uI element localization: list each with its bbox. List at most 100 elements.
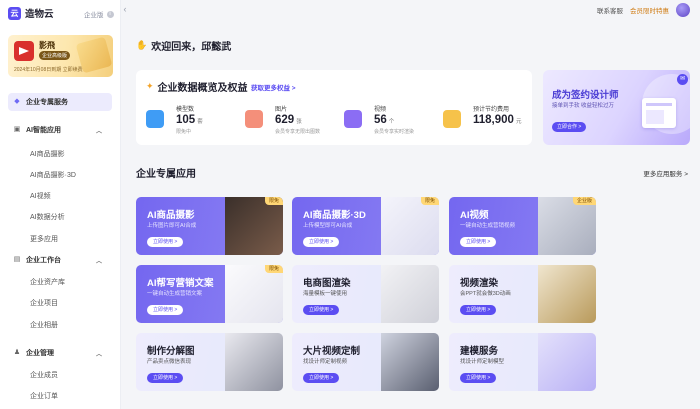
app-card-title: 大片视频定制 [303, 346, 361, 357]
stat-value: 629 张 [275, 114, 302, 126]
chat-icon[interactable]: ✉ [677, 74, 688, 85]
stat-value: 118,900 元 [473, 114, 521, 126]
promo-card-illustration-icon [642, 98, 676, 128]
app-card[interactable]: 视频渲染 会PPT就会做3D动画 立即使用 > [449, 265, 596, 323]
sidebar-item-label: AI数据分析 [30, 214, 65, 221]
manage-icon: ♟ [13, 349, 21, 356]
vip-offer-link[interactable]: 会员限时特惠 [630, 5, 669, 15]
sidebar-item-7[interactable]: ▤ 企业工作台 ︿ [8, 251, 112, 269]
app-card-desc: 产品卖点微信表现 [147, 359, 192, 365]
sidebar-item-6[interactable]: 更多应用 [8, 230, 112, 248]
sidebar-item-9[interactable]: 企业项目 [8, 294, 112, 312]
app-card-title: AI商品摄影·3D [303, 210, 366, 221]
more-benefits-link[interactable]: 获取更多权益 > [251, 82, 296, 92]
user-card[interactable]: 影飛 企业高级版 2024年10月08日到期 立即续费 [8, 35, 113, 77]
sidebar-item-label: 企业管理 [26, 350, 54, 357]
support-link[interactable]: 联系客服 [597, 5, 623, 15]
user-avatar [14, 41, 34, 61]
sidebar-item-1[interactable]: ▣ AI智能应用 ︿ [8, 121, 112, 139]
app-card-use-button[interactable]: 立即使用 > [147, 237, 184, 247]
brand-logo[interactable]: 云 造物云 [8, 6, 54, 20]
promo-cooperate-button[interactable]: 立即合作 > [552, 122, 587, 132]
app-card-desc: 上传图片即可AI合成 [147, 223, 197, 229]
app-card[interactable]: AI商品摄影上传图片即可AI合成立即使用 > 限免 [136, 197, 283, 255]
stat-value: 105 套 [176, 114, 203, 126]
sidebar-item-3[interactable]: AI商品摄影·3D [8, 166, 112, 184]
user-name: 影飛 [39, 41, 55, 50]
app-card-title: AI帮写营销文案 [147, 278, 214, 289]
app-card-desc: 一键自动生成营销视频 [460, 223, 516, 229]
app-card-title: AI商品摄影 [147, 210, 195, 221]
app-card-desc: 找设计师定制模型 [460, 359, 505, 365]
promo-subtitle: 接单到手软 收益轻松过万 [552, 103, 615, 109]
stat-label: 图片 [275, 107, 288, 113]
app-card[interactable]: AI视频 一键自动生成营销视频 立即使用 > 企业版 [449, 197, 596, 255]
app-card-use-button[interactable]: 立即使用 > [303, 237, 340, 247]
stat-icon [443, 110, 461, 128]
app-card[interactable]: 建模服务找设计师定制模型立即使用 > [449, 333, 596, 391]
sidebar-item-11[interactable]: ♟ 企业管理 ︿ [8, 344, 112, 362]
app-card-use-button[interactable]: 立即使用 > [147, 305, 184, 315]
header-avatar[interactable] [676, 3, 690, 17]
app-card-title: 电商图渲染 [303, 278, 351, 289]
stat-number: 105 [176, 114, 196, 126]
sidebar-item-5[interactable]: AI数据分析 [8, 208, 112, 226]
app-card[interactable]: 大片视频定制 找设计师定制视频 立即使用 > [292, 333, 439, 391]
stat-icon [245, 110, 263, 128]
sidebar-item-12[interactable]: 企业成员 [8, 366, 112, 384]
header-actions: 联系客服 会员限时特惠 [597, 3, 690, 17]
sidebar-item-13[interactable]: 企业订单 [8, 387, 112, 405]
sidebar-item-label: 企业相册 [30, 322, 58, 329]
app-card-badge: 限免 [420, 197, 439, 205]
stat-number: 629 [275, 114, 295, 126]
expire-text[interactable]: 2024年10月08日到期 立即续费 [14, 66, 83, 73]
app-card[interactable]: AI商品摄影·3D 上传模型即可AI合成立即使用 > 限免 [292, 197, 439, 255]
chevron-up-icon[interactable]: ︿ [96, 349, 102, 358]
overview-title: ✦ 企业数据概览及权益 [146, 79, 248, 94]
stat-icon [344, 110, 362, 128]
app-card-image [381, 265, 439, 323]
stat-note: 限免中 [176, 129, 192, 135]
app-card-use-button[interactable]: 立即使用 > [147, 373, 184, 383]
info-icon[interactable]: i [106, 10, 114, 18]
stat-unit: 张 [296, 119, 302, 125]
more-apps-link[interactable]: 更多应用服务 > [643, 168, 688, 178]
promo-title: 成为签约设计师 [552, 90, 619, 101]
chevron-up-icon[interactable]: ︿ [96, 126, 102, 135]
app-card-image [225, 333, 283, 391]
collapse-sidebar-icon[interactable]: ‹ [121, 4, 129, 14]
ai-icon: ▣ [13, 126, 21, 133]
wave-icon: ✋ [136, 40, 148, 50]
stat-note: 会员专享无限出图数 [275, 129, 321, 135]
sidebar-item-8[interactable]: 企业资产库 [8, 273, 112, 291]
sidebar-item-label: 企业成员 [30, 372, 58, 379]
app-card-title: AI视频 [460, 210, 489, 221]
app-card-image [225, 265, 283, 323]
sidebar-item-0[interactable]: ◆ 企业专属服务 [8, 93, 112, 111]
app-card-use-button[interactable]: 立即使用 > [460, 305, 497, 315]
sidebar-item-4[interactable]: AI视频 [8, 187, 112, 205]
stat-unit: 元 [515, 119, 522, 125]
app-card-image [538, 197, 596, 255]
stat-unit: 个 [388, 119, 395, 125]
app-card[interactable]: AI帮写营销文案 一键自动生成营销文案 立即使用 > 限免 [136, 265, 283, 323]
sidebar-item-label: AI商品摄影·3D [30, 172, 76, 179]
app-card-use-button[interactable]: 立即使用 > [303, 305, 340, 315]
app-card-use-button[interactable]: 立即使用 > [460, 237, 497, 247]
chevron-up-icon[interactable]: ︿ [96, 256, 102, 265]
sidebar-item-10[interactable]: 企业相册 [8, 316, 112, 334]
app-card-desc: 上传模型即可AI合成 [303, 223, 353, 229]
edition-label: 企业版 [84, 12, 104, 19]
stat-label: 模型数 [176, 107, 195, 113]
app-card-badge: 限免 [264, 197, 283, 205]
sidebar-item-label: AI视频 [30, 193, 51, 200]
diamond-icon: ◆ [14, 98, 20, 105]
designer-promo-banner[interactable]: 成为签约设计师 接单到手软 收益轻松过万 立即合作 > ✉ [543, 70, 690, 145]
app-card[interactable]: 电商图渲染 海量模板一键使用 立即使用 > [292, 265, 439, 323]
app-card-title: 建模服务 [460, 346, 499, 357]
app-card-use-button[interactable]: 立即使用 > [460, 373, 497, 383]
stat-number: 118,900 [473, 114, 514, 126]
app-card-use-button[interactable]: 立即使用 > [303, 373, 340, 383]
app-card[interactable]: 制作分解图 产品卖点微信表现 立即使用 > [136, 333, 283, 391]
sidebar-item-2[interactable]: AI商品摄影 [8, 145, 112, 163]
